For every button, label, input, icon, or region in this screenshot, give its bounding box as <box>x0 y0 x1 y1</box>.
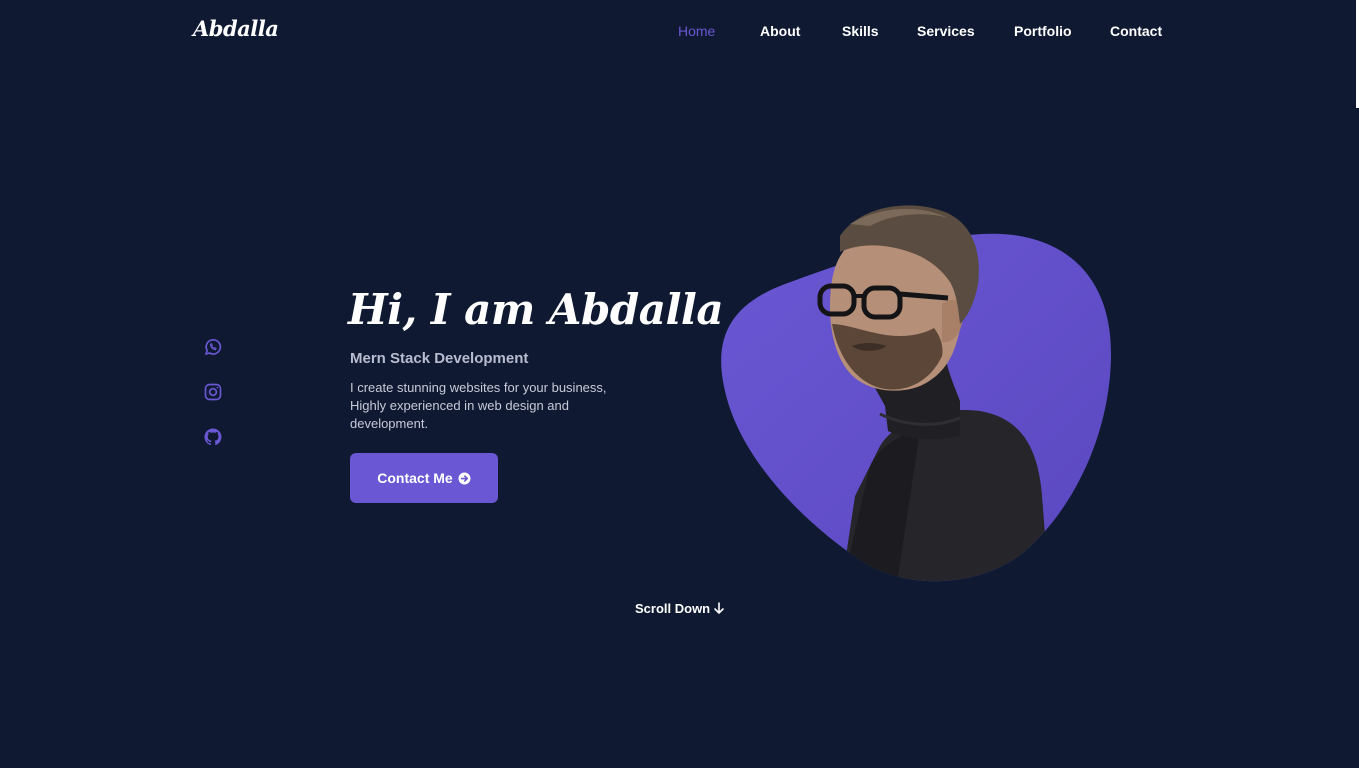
scroll-down-link[interactable]: Scroll Down <box>635 601 725 616</box>
scroll-down-label: Scroll Down <box>635 601 711 616</box>
instagram-icon[interactable] <box>203 382 223 402</box>
whatsapp-icon[interactable] <box>203 337 223 357</box>
github-icon[interactable] <box>203 427 223 447</box>
nav-home[interactable]: Home <box>678 23 715 39</box>
hero-subtitle: Mern Stack Development <box>350 350 529 367</box>
hero-description: I create stunning websites for your busi… <box>350 380 607 431</box>
header: Abdalla Home About Skills Services Portf… <box>0 0 1359 64</box>
hero-portrait <box>720 196 1120 586</box>
page: Abdalla Home About Skills Services Portf… <box>0 0 1359 768</box>
contact-me-button[interactable]: Contact Me <box>350 453 498 503</box>
nav-about[interactable]: About <box>760 23 800 39</box>
arrow-right-circle-icon <box>458 472 471 484</box>
social-links <box>203 337 225 472</box>
nav-portfolio[interactable]: Portfolio <box>1014 23 1072 39</box>
hero-title: Hi, I am Abdalla <box>348 285 724 334</box>
arrow-down-icon <box>714 602 724 614</box>
nav-services[interactable]: Services <box>917 23 975 39</box>
nav-contact[interactable]: Contact <box>1110 23 1162 39</box>
nav-skills[interactable]: Skills <box>842 23 879 39</box>
contact-me-label: Contact Me <box>377 470 453 486</box>
logo[interactable]: Abdalla <box>193 16 279 41</box>
